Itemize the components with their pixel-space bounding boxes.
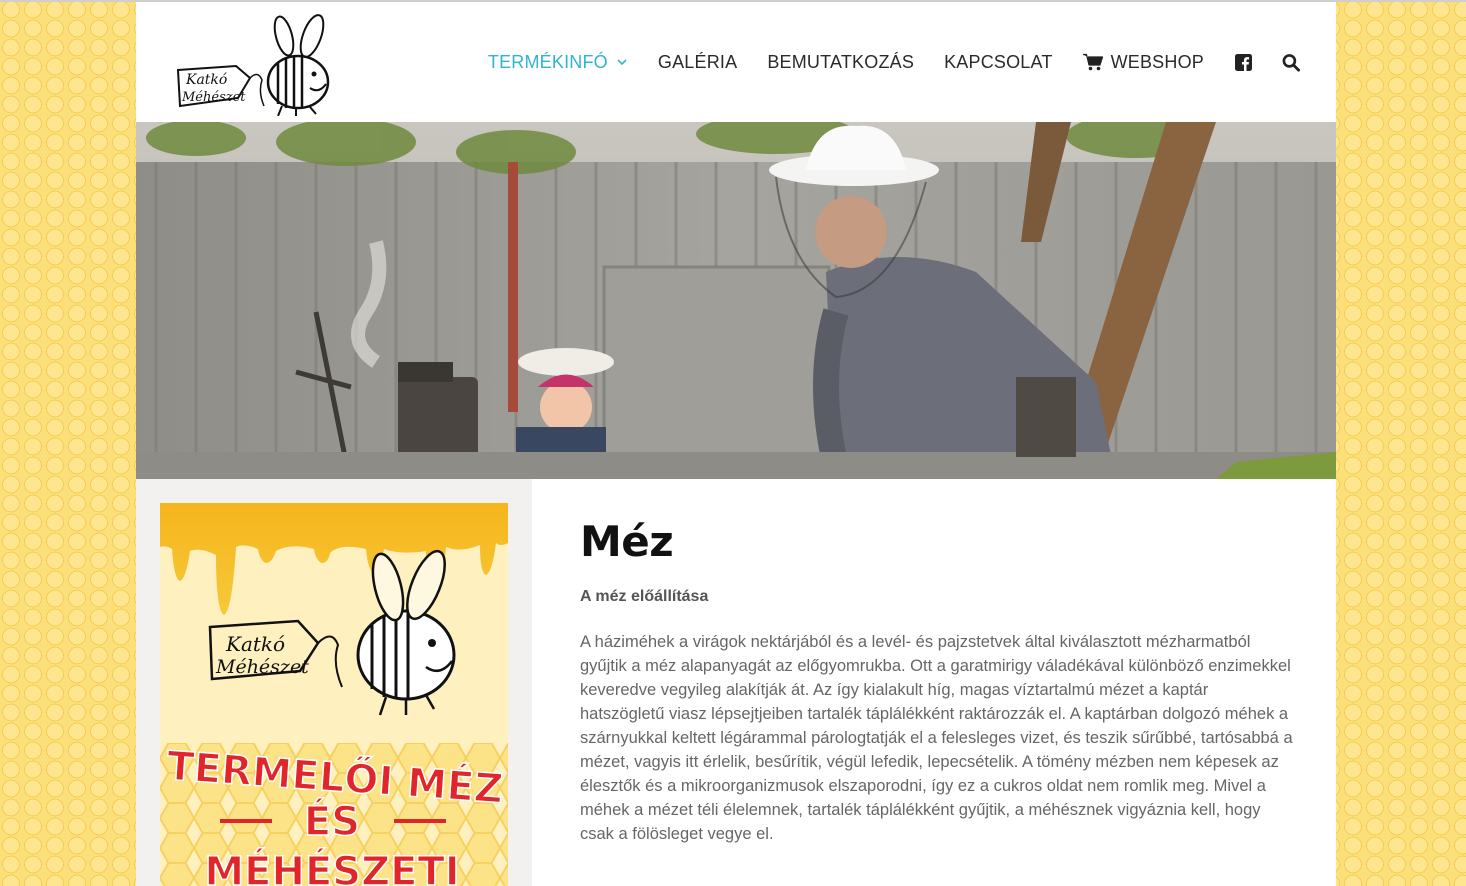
site-logo[interactable]: Katkó Méhészet [174, 10, 336, 117]
facebook-link[interactable] [1234, 53, 1252, 71]
hero-image [136, 122, 1336, 479]
poster-headline-2: ÉS [304, 797, 360, 845]
search-button[interactable] [1282, 53, 1300, 71]
nav-item-label: GALÉRIA [657, 51, 738, 72]
nav-item-kapcsolat[interactable]: KAPCSOLAT [944, 52, 1053, 73]
nav-item-label: KAPCSOLAT [944, 51, 1053, 72]
facebook-icon [1234, 53, 1252, 71]
logo-text-line1: Katkó [185, 72, 227, 88]
nav-item-termekinfo[interactable]: TERMÉKINFÓ [488, 52, 628, 73]
article-subtitle: A méz előállítása [580, 588, 709, 605]
poster-logo-line2: Méhészet [215, 656, 309, 678]
nav-item-webshop[interactable]: WEBSHOP [1082, 51, 1204, 73]
search-icon [1282, 53, 1300, 71]
cart-icon [1082, 53, 1103, 71]
site-header: Katkó Méhészet TERMÉKINFÓ GALÉRIA BEMUTA… [136, 2, 1336, 122]
promo-poster[interactable]: Katkó Méhészet TERMELŐI MÉZ ÉS MÉHÉSZETI [160, 503, 508, 886]
nav-item-bemutatkozas[interactable]: BEMUTATKOZÁS [767, 52, 914, 73]
page-title: Méz [580, 517, 674, 566]
nav-item-label: TERMÉKINFÓ [487, 51, 608, 72]
article: Méz A méz előállítása A háziméhek a virá… [580, 479, 1296, 863]
poster-headline-3: MÉHÉSZETI [204, 847, 459, 886]
nav-item-label: WEBSHOP [1110, 51, 1204, 72]
sidebar: Katkó Méhészet TERMELŐI MÉZ ÉS MÉHÉSZETI [136, 479, 532, 886]
nav-item-galeria[interactable]: GALÉRIA [658, 52, 737, 73]
article-body: A háziméhek a virágok nektárjából és a l… [580, 633, 1293, 843]
chevron-down-icon [617, 59, 627, 66]
bee-icon [266, 14, 330, 117]
logo-text-line2: Méhészet [181, 90, 246, 105]
page-container: Katkó Méhészet TERMÉKINFÓ GALÉRIA BEMUTA… [136, 2, 1336, 886]
poster-logo-line1: Katkó [225, 632, 285, 656]
main-nav: TERMÉKINFÓ GALÉRIA BEMUTATKOZÁS KAPCSOLA… [488, 42, 1300, 82]
nav-item-label: BEMUTATKOZÁS [767, 51, 915, 72]
